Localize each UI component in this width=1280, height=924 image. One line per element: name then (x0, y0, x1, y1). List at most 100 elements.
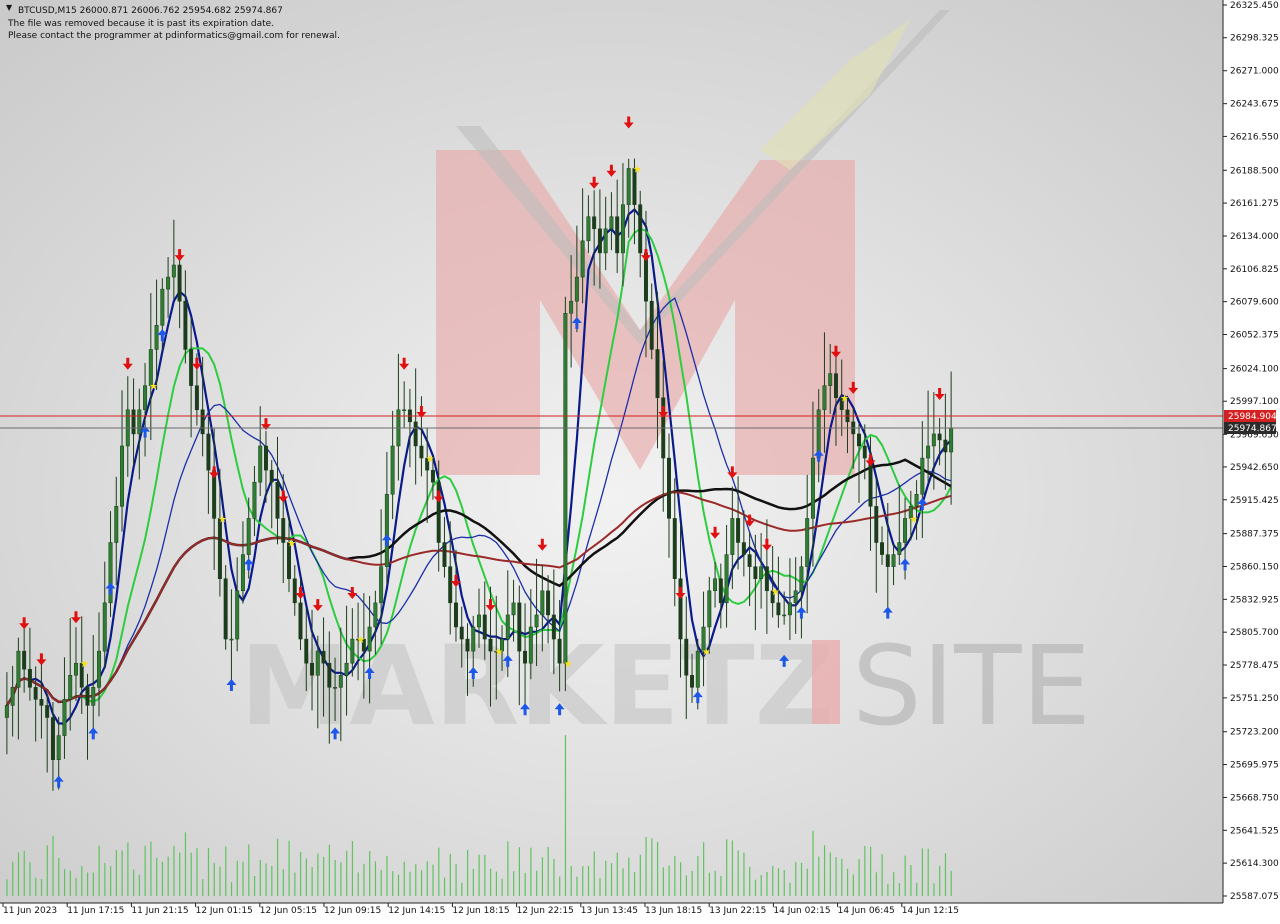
candle-body (592, 216, 597, 230)
volume-bar (29, 862, 31, 896)
volume-bar (156, 857, 158, 896)
price-tick-label: 26024.100 (1230, 365, 1279, 375)
candle-body (448, 566, 453, 604)
volume-bar (864, 846, 866, 896)
volume-bar (69, 870, 71, 896)
candle-body (805, 518, 810, 567)
volume-bar (110, 866, 112, 896)
candle-body (787, 602, 792, 616)
star-icon: ★ (149, 382, 158, 393)
candle-body (741, 542, 746, 555)
candle-body (488, 638, 493, 652)
time-tick-label: 12 Jun 14:15 (388, 906, 445, 916)
price-tick-label: 26271.000 (1230, 67, 1279, 77)
volume-bar (98, 845, 100, 896)
chart-window: MARKETZ SITE ★ ★ ★ ★ ★ ★ ★ ★ ★ ★ ★ ★ ★ 26325.450 2629… (0, 0, 1280, 920)
volume-bar (524, 872, 526, 896)
volume-bar (518, 847, 521, 896)
candle-body (949, 427, 954, 453)
volume-bar (858, 859, 860, 896)
volume-bar (225, 846, 227, 896)
candle-body (477, 614, 481, 628)
volume-bar (490, 868, 492, 896)
candle-body (753, 566, 758, 579)
plot-area[interactable] (0, 0, 1223, 903)
candle-body (45, 705, 50, 718)
candle-body (880, 542, 885, 555)
price-tick-label: 26079.600 (1230, 298, 1279, 308)
volume-bar (478, 854, 480, 896)
volume-bar (179, 852, 181, 896)
volume-bar (944, 853, 947, 896)
volume-bar (870, 846, 872, 896)
volume-bar (484, 854, 486, 896)
time-tick-label: 11 Jun 17:15 (67, 906, 124, 916)
volume-bar (587, 865, 590, 896)
candle-body (655, 349, 660, 398)
volume-bar (743, 852, 745, 896)
volume-bar (248, 844, 250, 896)
candle-body (338, 675, 343, 688)
volume-bar (311, 867, 313, 896)
candle-body (252, 481, 257, 519)
candle-body (120, 445, 125, 507)
volume-bar (415, 864, 417, 896)
volume-bar (259, 859, 261, 896)
volume-bar (789, 882, 791, 896)
candle-body (223, 578, 228, 640)
candle-body (131, 409, 136, 435)
candle-body (50, 717, 55, 760)
candle-body (33, 687, 38, 700)
price-tick-label: 26325.450 (1230, 1, 1279, 11)
volume-bar (167, 856, 169, 896)
candle-body (154, 325, 159, 350)
volume-bar (294, 872, 296, 896)
ask-price-label: 25974.867 (1228, 424, 1277, 434)
time-tick-label: 12 Jun 18:15 (452, 906, 509, 916)
volume-bar (501, 878, 503, 896)
volume-bar (916, 882, 918, 896)
volume-bar (536, 870, 538, 896)
volume-bar (737, 850, 739, 896)
volume-bar (812, 830, 814, 896)
candle-body (891, 554, 896, 567)
candle-body (200, 409, 205, 435)
volume-bar (328, 844, 331, 896)
volume-bar (898, 883, 901, 896)
price-tick-label: 26161.275 (1230, 199, 1279, 209)
volume-bar (323, 856, 325, 896)
volume-bar (800, 862, 803, 896)
time-tick-label: 11 Jun 21:15 (131, 906, 188, 916)
candle-body (586, 216, 591, 242)
candle-body (183, 300, 188, 350)
volume-bar (766, 871, 768, 896)
star-icon: ★ (633, 164, 642, 175)
price-tick-label: 25942.650 (1230, 463, 1279, 473)
candle-body (764, 566, 769, 592)
volume-bar (438, 847, 440, 896)
volume-bar (426, 861, 428, 896)
symbol-ohlc-header: BTCUSD,M15 26000.871 26006.762 25954.682… (18, 6, 283, 16)
volume-bar (703, 842, 705, 896)
candle-body (298, 602, 303, 640)
candle-body (580, 240, 585, 278)
candle-body (465, 638, 470, 652)
volume-bar (921, 848, 924, 896)
candle-body (822, 385, 827, 411)
volume-bar (219, 866, 221, 896)
price-tick-label: 25997.100 (1230, 397, 1279, 407)
volume-bar (593, 851, 595, 896)
volume-bar (599, 877, 601, 896)
candle-body (413, 421, 418, 447)
volume-bar (253, 875, 256, 896)
candle-body (574, 276, 579, 302)
candle-body (718, 578, 723, 604)
candle-body (143, 385, 148, 411)
candle-body (667, 457, 671, 519)
expiration-notice: The file was removed because it is past … (7, 19, 274, 29)
candle-body (275, 481, 280, 519)
candle-body (897, 542, 902, 555)
volume-bar (795, 862, 797, 896)
bid-price-label: 25984.904 (1228, 412, 1277, 422)
candle-body (10, 687, 15, 706)
